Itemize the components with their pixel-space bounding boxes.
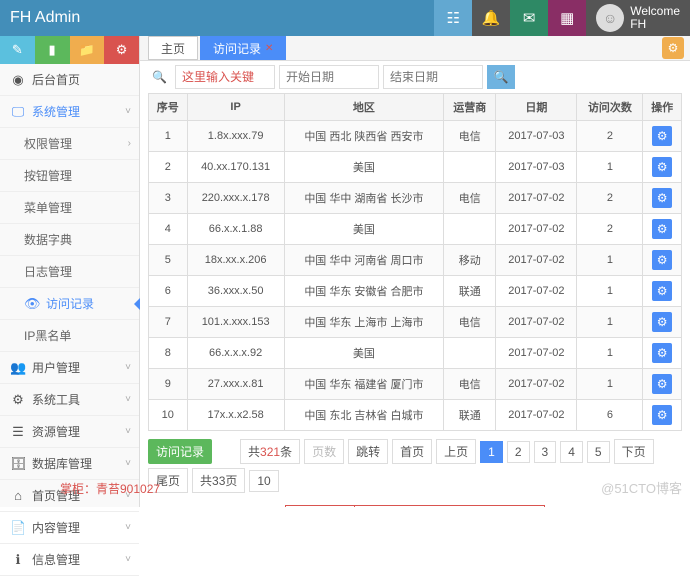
menu-users[interactable]: 👥用户管理˅: [0, 352, 139, 384]
info-icon: ℹ: [10, 552, 26, 568]
search-button[interactable]: 🔍: [487, 65, 515, 89]
submenu-dict[interactable]: 数据字典: [0, 224, 139, 256]
submenu-permissions[interactable]: 权限管理›: [0, 128, 139, 160]
next-page[interactable]: 下页: [614, 439, 654, 464]
page-3[interactable]: 3: [534, 441, 557, 463]
menu-content[interactable]: 📄内容管理˅: [0, 512, 139, 544]
menu-tools[interactable]: ⚙系统工具˅: [0, 384, 139, 416]
table-row: 866.x.x.x.92美国2017-07-021⚙: [149, 338, 682, 369]
search-toolbar: 🔍 🔍: [140, 61, 690, 93]
page-size[interactable]: 10: [249, 470, 278, 492]
first-page[interactable]: 首页: [392, 439, 432, 464]
stats-icon[interactable]: ▮: [35, 36, 70, 64]
row-action-icon[interactable]: ⚙: [652, 374, 672, 394]
submenu-logs[interactable]: 日志管理: [0, 256, 139, 288]
brand: FH Admin: [10, 9, 80, 27]
grid-icon[interactable]: ▦: [548, 0, 586, 36]
page-5[interactable]: 5: [587, 441, 610, 463]
row-action-icon[interactable]: ⚙: [652, 188, 672, 208]
menu-home[interactable]: ◉后台首页: [0, 64, 139, 96]
chevron-down-icon: ˅: [125, 362, 131, 373]
mail-icon[interactable]: ✉: [510, 0, 548, 36]
pagecount-label: 页数: [304, 439, 344, 464]
dashboard-icon: ◉: [10, 72, 26, 88]
row-action-icon[interactable]: ⚙: [652, 157, 672, 177]
chevron-down-icon: ˅: [125, 458, 131, 469]
end-date-input[interactable]: [383, 65, 483, 89]
jump-button[interactable]: 跳转: [348, 439, 388, 464]
row-action-icon[interactable]: ⚙: [652, 312, 672, 332]
table-row: 636.xxx.x.50中国 华东 安徽省 合肥市联通2017-07-021⚙: [149, 276, 682, 307]
table-row: 466.x.x.1.88美国2017-07-022⚙: [149, 214, 682, 245]
search-icon: 🔍: [152, 70, 167, 84]
settings-icon[interactable]: ⚙: [104, 36, 139, 64]
close-icon[interactable]: ✕: [265, 43, 273, 54]
avatar-icon: ☺: [596, 4, 624, 32]
row-action-icon[interactable]: ⚙: [652, 405, 672, 425]
row-action-icon[interactable]: ⚙: [652, 126, 672, 146]
owner-label: 掌柜：青苔901027: [60, 480, 160, 497]
watermark: @51CTO博客: [601, 478, 682, 497]
tab-bar: 主页 访问记录✕ ⚙: [140, 36, 690, 61]
row-action-icon[interactable]: ⚙: [652, 343, 672, 363]
menu-database[interactable]: 🗄数据库管理˅: [0, 448, 139, 480]
folder-icon[interactable]: 📁: [70, 36, 105, 64]
menu-system[interactable]: 🖵系统管理˅: [0, 96, 139, 128]
tab-home[interactable]: 主页: [148, 36, 198, 60]
topbar: FH Admin ☷ 🔔 ✉ ▦ ☺ WelcomeFH: [0, 0, 690, 36]
row-action-icon[interactable]: ⚙: [652, 250, 672, 270]
chevron-down-icon: ˅: [125, 554, 131, 565]
bell-icon[interactable]: 🔔: [472, 0, 510, 36]
list-icon: ☰: [10, 424, 26, 440]
visits-table: 序号 IP 地区 运营商 日期 访问次数 操作 11.8x.xxx.79中国 西…: [148, 93, 682, 431]
top-tools: ☷ 🔔 ✉ ▦ ☺ WelcomeFH: [434, 0, 690, 36]
user-menu[interactable]: ☺ WelcomeFH: [586, 0, 690, 36]
table-row: 927.xxx.x.81中国 华东 福建省 厦门市电信2017-07-021⚙: [149, 369, 682, 400]
chevron-down-icon: ˅: [125, 426, 131, 437]
menu-resources[interactable]: ☰资源管理˅: [0, 416, 139, 448]
keyword-input[interactable]: [175, 65, 275, 89]
tab-settings-icon[interactable]: ⚙: [662, 37, 684, 59]
table-row: 11.8x.xxx.79中国 西北 陕西省 西安市电信2017-07-032⚙: [149, 121, 682, 152]
submenu-visits[interactable]: 👁访问记录: [0, 288, 139, 320]
submenu-buttons[interactable]: 按钮管理: [0, 160, 139, 192]
export-button[interactable]: 访问记录: [148, 439, 212, 464]
chevron-down-icon: ˅: [125, 394, 131, 405]
table-row: 240.xx.170.131美国2017-07-031⚙: [149, 152, 682, 183]
page-1[interactable]: 1: [480, 441, 503, 463]
users-icon: 👥: [10, 360, 26, 376]
table-row: 1017x.x.x2.58中国 东北 吉林省 白城市联通2017-07-026⚙: [149, 400, 682, 431]
row-action-icon[interactable]: ⚙: [652, 219, 672, 239]
start-date-input[interactable]: [279, 65, 379, 89]
table-row: 3220.xxx.x.178中国 华中 湖南省 长沙市电信2017-07-022…: [149, 183, 682, 214]
submenu-menus[interactable]: 菜单管理: [0, 192, 139, 224]
row-action-icon[interactable]: ⚙: [652, 281, 672, 301]
eye-icon: 👁: [24, 296, 40, 312]
table-row: 518x.xx.x.206中国 华中 河南省 周口市移动2017-07-021⚙: [149, 245, 682, 276]
edit-icon[interactable]: ✎: [0, 36, 35, 64]
sidebar: ✎ ▮ 📁 ⚙ ◉后台首页 🖵系统管理˅ 权限管理› 按钮管理 菜单管理 数据字…: [0, 36, 140, 507]
total-pages: 共33页: [192, 468, 245, 493]
tasks-icon[interactable]: ☷: [434, 0, 472, 36]
page-4[interactable]: 4: [560, 441, 583, 463]
table-row: 7101.x.xxx.153中国 华东 上海市 上海市电信2017-07-021…: [149, 307, 682, 338]
home-icon: ⌂: [10, 488, 26, 503]
page-2[interactable]: 2: [507, 441, 530, 463]
prev-page[interactable]: 上页: [436, 439, 476, 464]
database-icon: 🗄: [10, 456, 26, 472]
table-header-row: 序号 IP 地区 运营商 日期 访问次数 操作: [149, 94, 682, 121]
chevron-down-icon: ˅: [125, 522, 131, 533]
submenu-blacklist[interactable]: IP黑名单: [0, 320, 139, 352]
gear-icon: ⚙: [10, 392, 26, 408]
tab-visits[interactable]: 访问记录✕: [200, 36, 286, 60]
total-label: 共321条: [240, 439, 300, 464]
file-icon: 📄: [10, 520, 26, 536]
chevron-down-icon: ˅: [125, 106, 131, 117]
menu-info[interactable]: ℹ信息管理˅: [0, 544, 139, 576]
chevron-right-icon: ›: [128, 138, 131, 149]
main: 主页 访问记录✕ ⚙ 🔍 🔍 序号 IP 地区 运营商 日期 访问次数 操作 1…: [140, 36, 690, 507]
monitor-icon: 🖵: [10, 104, 26, 120]
